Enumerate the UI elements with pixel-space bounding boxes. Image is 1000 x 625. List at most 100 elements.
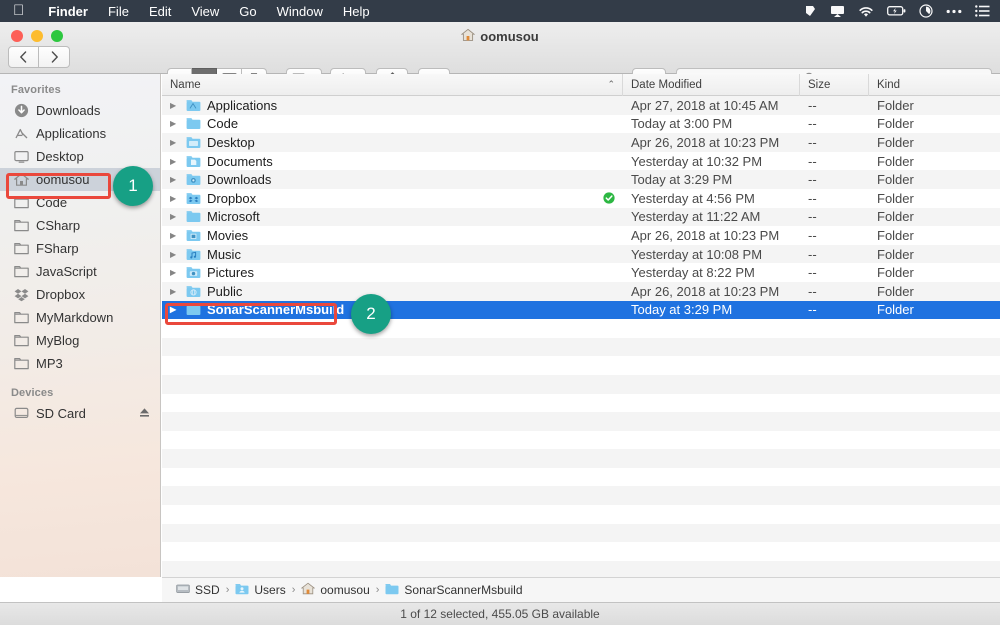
forward-button[interactable]	[39, 46, 70, 68]
home-icon	[13, 172, 29, 188]
table-row-downloads[interactable]: ▶ Downloads Today at 3:29 PM -- Folder	[162, 170, 1000, 189]
sidebar-item-dropbox[interactable]: Dropbox	[0, 283, 160, 306]
column-header-name[interactable]: Name ⌃	[162, 74, 623, 96]
disclosure-triangle-icon[interactable]: ▶	[170, 101, 180, 110]
table-row-public[interactable]: ▶ Public Apr 26, 2018 at 10:23 PM -- Fol…	[162, 282, 1000, 301]
disclosure-triangle-icon[interactable]: ▶	[170, 268, 180, 277]
sidebar-item-label: MyBlog	[36, 333, 79, 348]
table-row-code[interactable]: ▶ Code Today at 3:00 PM -- Folder	[162, 115, 1000, 134]
airplay-display-icon[interactable]	[830, 4, 845, 18]
sidebar-item-label: Dropbox	[36, 287, 85, 302]
disclosure-triangle-icon[interactable]: ▶	[170, 212, 180, 221]
notification-center-icon[interactable]	[975, 5, 990, 17]
cell-name: ▶ Desktop	[162, 133, 623, 152]
annotation-badge-1: 1	[113, 166, 153, 206]
cell-date: Yesterday at 4:56 PM	[623, 189, 800, 208]
file-name-label: SonarScannerMsbuild	[207, 302, 344, 317]
sidebar-item-csharp[interactable]: CSharp	[0, 214, 160, 237]
empty-row	[162, 412, 1000, 431]
disclosure-triangle-icon[interactable]: ▶	[170, 231, 180, 240]
cell-date: Apr 26, 2018 at 10:23 PM	[623, 282, 800, 301]
disclosure-triangle-icon[interactable]: ▶	[170, 287, 180, 296]
file-name-label: Applications	[207, 98, 277, 113]
table-row-movies[interactable]: ▶ Movies Apr 26, 2018 at 10:23 PM -- Fol…	[162, 226, 1000, 245]
sidebar-item-fsharp[interactable]: FSharp	[0, 237, 160, 260]
breadcrumb-sonarscannermsbuild[interactable]: SonarScannerMsbuild	[385, 583, 522, 598]
file-list: Name ⌃ Date Modified Size Kind ▶	[162, 74, 1000, 577]
cell-kind: Folder	[869, 133, 999, 152]
disclosure-triangle-icon[interactable]: ▶	[170, 138, 180, 147]
sidebar-item-desktop[interactable]: Desktop	[0, 145, 160, 168]
table-row-desktop[interactable]: ▶ Desktop Apr 26, 2018 at 10:23 PM -- Fo…	[162, 133, 1000, 152]
sidebar-item-applications[interactable]: Applications	[0, 122, 160, 145]
column-header-kind[interactable]: Kind	[869, 74, 999, 96]
folder-icon	[13, 264, 29, 280]
cell-kind: Folder	[869, 152, 999, 171]
table-row-dropbox[interactable]: ▶ Dropbox Yesterday at 4:56 PM -- Folder	[162, 189, 1000, 208]
empty-row	[162, 542, 1000, 561]
table-row-pictures[interactable]: ▶ Pictures Yesterday at 8:22 PM -- Folde…	[162, 263, 1000, 282]
breadcrumb-ssd[interactable]: SSD	[176, 583, 220, 598]
cell-name: ▶ Movies	[162, 226, 623, 245]
disclosure-triangle-icon[interactable]: ▶	[170, 175, 180, 184]
column-header-size[interactable]: Size	[800, 74, 869, 96]
sidebar-item-sd-card[interactable]: SD Card	[0, 402, 160, 425]
time-machine-icon[interactable]	[919, 4, 933, 18]
table-row-documents[interactable]: ▶ Documents Yesterday at 10:32 PM -- Fol…	[162, 152, 1000, 171]
breadcrumb-label: SonarScannerMsbuild	[404, 583, 522, 597]
breadcrumb-users[interactable]: Users	[235, 583, 285, 598]
sidebar-item-downloads[interactable]: Downloads	[0, 99, 160, 122]
column-header-date-label: Date Modified	[631, 79, 702, 91]
folder-icon	[186, 303, 201, 317]
menu-item-window[interactable]: Window	[267, 4, 333, 19]
cell-date: Today at 3:00 PM	[623, 115, 800, 134]
breadcrumb-separator: ›	[291, 584, 297, 596]
disclosure-triangle-icon[interactable]: ▶	[170, 157, 180, 166]
pictures-folder-icon	[186, 266, 201, 280]
table-row-microsoft[interactable]: ▶ Microsoft Yesterday at 11:22 AM -- Fol…	[162, 208, 1000, 227]
menu-item-go[interactable]: Go	[229, 4, 266, 19]
sidebar-item-mymarkdown[interactable]: MyMarkdown	[0, 306, 160, 329]
file-name-label: Downloads	[207, 172, 271, 187]
back-button[interactable]	[8, 46, 39, 68]
ellipsis-icon[interactable]	[946, 9, 962, 14]
disk-icon	[176, 583, 190, 598]
file-name-label: Movies	[207, 228, 248, 243]
sidebar-item-javascript[interactable]: JavaScript	[0, 260, 160, 283]
cell-name: ▶ Code	[162, 115, 623, 134]
cell-size: --	[800, 263, 869, 282]
disclosure-triangle-icon[interactable]: ▶	[170, 250, 180, 259]
sidebar-item-label: Code	[36, 195, 67, 210]
sidebar-item-mp3[interactable]: MP3	[0, 352, 160, 375]
apple-logo-icon[interactable]: 	[0, 3, 38, 18]
breadcrumb-oomusou[interactable]: oomusou	[301, 582, 369, 598]
table-row-music[interactable]: ▶ Music Yesterday at 10:08 PM -- Folder	[162, 245, 1000, 264]
eject-icon[interactable]	[139, 407, 150, 421]
file-name-label: Code	[207, 116, 238, 131]
table-row-sonarscannermsbuild[interactable]: ▶ SonarScannerMsbuild Today at 3:29 PM -…	[162, 301, 1000, 320]
menu-item-edit[interactable]: Edit	[139, 4, 181, 19]
sidebar-item-label: FSharp	[36, 241, 79, 256]
shield-icon[interactable]	[803, 4, 817, 18]
wifi-icon[interactable]	[858, 5, 874, 18]
menu-item-finder[interactable]: Finder	[38, 4, 98, 19]
dropbox-icon	[13, 287, 29, 303]
menu-item-file[interactable]: File	[98, 4, 139, 19]
disclosure-triangle-icon[interactable]: ▶	[170, 119, 180, 128]
table-row-applications[interactable]: ▶ Applications Apr 27, 2018 at 10:45 AM …	[162, 96, 1000, 115]
cell-kind: Folder	[869, 189, 999, 208]
column-header-date-modified[interactable]: Date Modified	[623, 74, 800, 96]
empty-row	[162, 449, 1000, 468]
cell-name: ▶ Applications	[162, 96, 623, 115]
disclosure-triangle-icon[interactable]: ▶	[170, 194, 180, 203]
cell-size: --	[800, 133, 869, 152]
disclosure-triangle-icon[interactable]: ▶	[170, 305, 180, 314]
folder-icon	[186, 210, 201, 224]
users-folder-icon	[235, 583, 249, 598]
cell-name: ▶ Documents	[162, 152, 623, 171]
menu-item-help[interactable]: Help	[333, 4, 380, 19]
sidebar-section-favorites-header: Favorites	[0, 80, 160, 99]
sidebar-item-myblog[interactable]: MyBlog	[0, 329, 160, 352]
battery-charging-icon[interactable]	[887, 5, 906, 17]
menu-item-view[interactable]: View	[181, 4, 229, 19]
